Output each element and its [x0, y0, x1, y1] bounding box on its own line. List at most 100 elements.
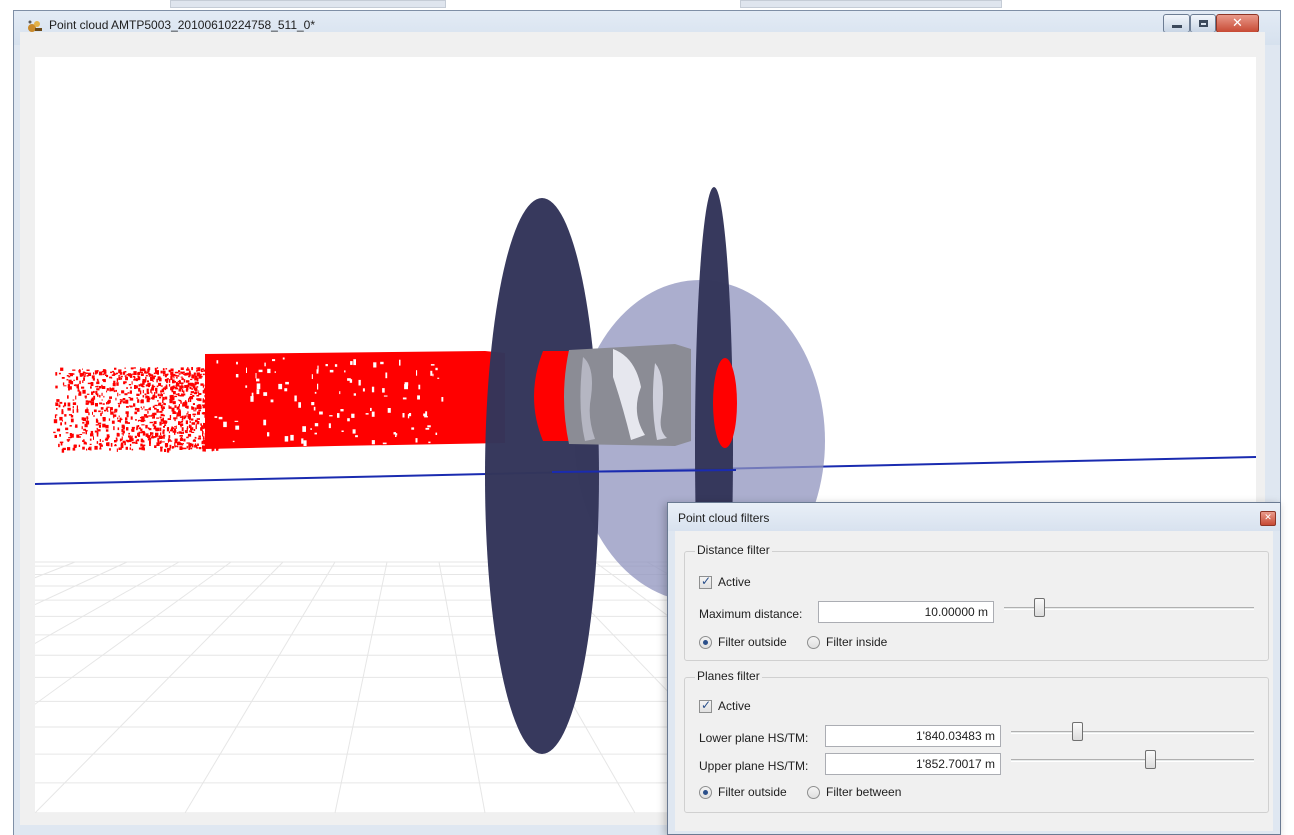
point-cluster: [124, 393, 128, 396]
upper-plane-slider-thumb[interactable]: [1144, 750, 1156, 769]
dialog-titlebar[interactable]: Point cloud filters ✕: [668, 503, 1280, 531]
point-gap: [362, 388, 365, 392]
point-gap: [380, 361, 384, 365]
point-cluster: [53, 431, 56, 434]
point-cluster: [75, 395, 77, 400]
distance-active-checkbox[interactable]: ✓: [699, 574, 712, 589]
point-cluster: [158, 402, 162, 405]
point-cluster: [101, 384, 103, 387]
point-cluster: [137, 376, 140, 381]
minimize-button[interactable]: [1163, 14, 1190, 33]
point-cluster: [155, 369, 157, 373]
point-cluster: [133, 375, 135, 378]
point-cluster: [178, 388, 182, 392]
point-gap: [383, 395, 388, 397]
point-cluster: [185, 405, 187, 408]
point-gap: [319, 411, 323, 415]
point-cluster: [163, 374, 165, 377]
point-cluster: [159, 410, 163, 413]
point-cluster: [194, 391, 198, 394]
point-cluster: [186, 442, 190, 444]
point-cluster: [108, 418, 111, 421]
point-cluster: [175, 445, 177, 447]
point-cluster: [125, 411, 129, 414]
point-cluster: [91, 403, 95, 406]
point-cluster: [196, 418, 200, 420]
point-cluster: [130, 438, 134, 442]
point-gap: [441, 397, 444, 402]
point-cluster: [156, 417, 159, 419]
point-cluster: [175, 393, 179, 395]
max-distance-slider-thumb[interactable]: [1034, 598, 1045, 617]
point-cluster: [130, 386, 132, 389]
point-cluster: [95, 386, 98, 388]
point-cluster: [161, 419, 163, 422]
dialog-close-button[interactable]: ✕: [1260, 511, 1276, 526]
point-cluster: [91, 397, 94, 401]
point-cluster: [167, 447, 171, 451]
point-cluster: [156, 409, 159, 413]
point-gap: [214, 416, 218, 418]
point-cluster: [128, 435, 131, 438]
point-cluster: [94, 430, 98, 433]
point-cluster: [137, 398, 139, 401]
point-cluster: [180, 376, 183, 378]
point-cluster: [191, 367, 193, 371]
point-cluster: [168, 379, 171, 383]
point-cluster: [128, 432, 130, 435]
point-gap: [430, 364, 435, 366]
lower-plane-slider-thumb[interactable]: [1071, 722, 1083, 741]
point-gap: [347, 418, 350, 422]
lower-plane-slider-track[interactable]: [1011, 731, 1254, 734]
point-cluster: [116, 438, 118, 442]
point-cluster: [168, 370, 171, 372]
point-gap: [216, 360, 219, 364]
planes-active-checkbox[interactable]: ✓: [699, 698, 712, 713]
point-cluster: [177, 375, 180, 377]
point-cluster: [146, 388, 149, 393]
planes-filter-outside-radio[interactable]: [699, 786, 712, 799]
point-cluster: [98, 443, 102, 445]
point-cluster: [118, 377, 121, 380]
filter-between-radio[interactable]: [807, 786, 820, 799]
point-cluster: [145, 415, 149, 418]
point-gap: [344, 370, 346, 373]
point-cluster: [83, 441, 87, 445]
point-cluster: [53, 419, 58, 424]
point-cluster: [83, 428, 87, 431]
point-cluster: [156, 372, 159, 374]
filter-inside-radio[interactable]: [807, 636, 820, 649]
point-cluster: [190, 391, 195, 394]
point-cluster: [56, 414, 58, 416]
point-cluster: [76, 376, 79, 381]
point-cluster: [186, 405, 189, 409]
upper-plane-slider-track[interactable]: [1011, 759, 1254, 762]
point-cluster: [178, 373, 181, 375]
point-cluster: [162, 396, 165, 401]
point-cluster: [91, 375, 95, 379]
point-gap: [365, 413, 369, 415]
lower-plane-field[interactable]: 1'840.03483 m: [825, 725, 1001, 747]
upper-plane-field[interactable]: 1'852.70017 m: [825, 753, 1001, 775]
max-distance-field[interactable]: 10.00000 m: [818, 601, 994, 623]
point-cluster: [85, 372, 88, 374]
point-cluster: [106, 388, 109, 391]
maximize-button[interactable]: [1190, 14, 1216, 33]
point-cluster: [105, 407, 108, 411]
point-cluster: [155, 395, 157, 398]
filter-outside-radio[interactable]: [699, 636, 712, 649]
point-gap: [416, 370, 418, 376]
point-cluster: [54, 414, 57, 419]
point-cluster: [116, 378, 119, 382]
point-gap: [301, 438, 304, 444]
point-gap: [272, 359, 276, 362]
point-cluster: [182, 393, 186, 396]
point-cluster: [118, 375, 121, 377]
point-cluster: [133, 367, 136, 369]
point-cluster: [111, 374, 114, 376]
close-button[interactable]: ✕: [1216, 14, 1259, 33]
point-gap: [263, 419, 267, 426]
point-cluster: [213, 367, 217, 369]
point-cluster: [191, 406, 194, 409]
point-cluster: [118, 404, 120, 408]
